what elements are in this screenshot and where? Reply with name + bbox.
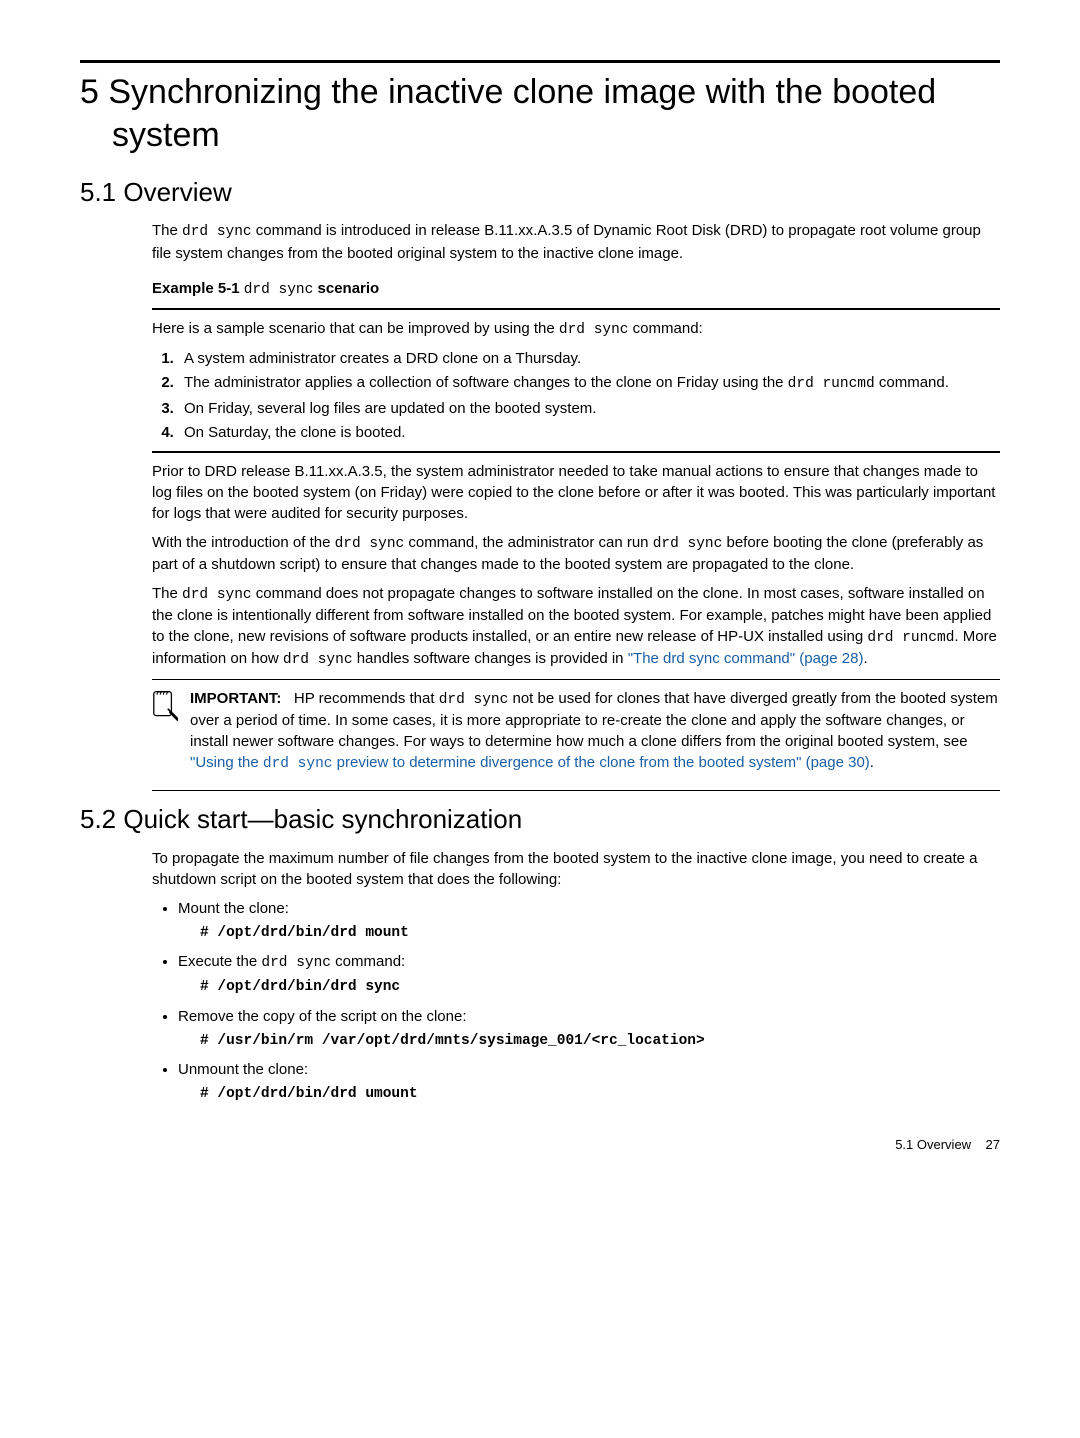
text: The — [152, 585, 182, 602]
important-text: IMPORTANT: HP recommends that drd sync n… — [190, 688, 1000, 783]
page-number: 27 — [986, 1137, 1000, 1152]
text: "Using the — [190, 754, 263, 771]
intro-paragraph: The drd sync command is introduced in re… — [152, 220, 1000, 263]
divider — [152, 308, 1000, 310]
list-item: Unmount the clone: # /opt/drd/bin/drd um… — [178, 1059, 1000, 1104]
prior-release-paragraph: Prior to DRD release B.11.xx.A.3.5, the … — [152, 461, 1000, 524]
text: command: — [629, 320, 703, 337]
text: scenario — [313, 280, 379, 297]
link-drd-sync-command[interactable]: "The drd sync command" (page 28) — [628, 650, 864, 667]
text: Remove the copy of the script on the clo… — [178, 1008, 467, 1025]
command-mount: # /opt/drd/bin/drd mount — [200, 923, 1000, 943]
list-item: A system administrator creates a DRD clo… — [178, 348, 1000, 369]
code-drd-runcmd: drd runcmd — [867, 630, 954, 646]
list-item: Mount the clone: # /opt/drd/bin/drd moun… — [178, 898, 1000, 943]
text: . — [870, 754, 874, 771]
code-drd-sync: drd sync — [263, 756, 333, 772]
code-drd-sync: drd sync — [261, 955, 331, 971]
text: On Friday, several log files are updated… — [184, 400, 596, 417]
divider — [152, 790, 1000, 791]
text: command: — [331, 953, 405, 970]
chapter-title: 5 Synchronizing the inactive clone image… — [80, 60, 1000, 156]
text: command is introduced in release B.11.xx… — [152, 222, 981, 261]
text: command does not propagate changes to so… — [152, 585, 991, 645]
no-propagate-paragraph: The drd sync command does not propagate … — [152, 583, 1000, 671]
text: The administrator applies a collection o… — [184, 374, 788, 391]
text: Unmount the clone: — [178, 1061, 308, 1078]
scenario-intro: Here is a sample scenario that can be im… — [152, 318, 1000, 340]
list-item: On Friday, several log files are updated… — [178, 398, 1000, 419]
code-drd-sync: drd sync — [559, 322, 629, 338]
text: On Saturday, the clone is booted. — [184, 424, 406, 441]
footer-section: 5.1 Overview — [895, 1137, 971, 1152]
important-label: IMPORTANT: — [190, 690, 281, 707]
command-umount: # /opt/drd/bin/drd umount — [200, 1084, 1000, 1104]
section-5-1-body: The drd sync command is introduced in re… — [152, 220, 1000, 791]
list-item: On Saturday, the clone is booted. — [178, 422, 1000, 443]
scenario-steps: A system administrator creates a DRD clo… — [152, 348, 1000, 442]
text: command, the administrator can run — [404, 534, 652, 551]
list-item: Remove the copy of the script on the clo… — [178, 1006, 1000, 1051]
text: preview to determine divergence of the c… — [333, 754, 870, 771]
text: Execute the — [178, 953, 261, 970]
divider — [152, 679, 1000, 680]
code-drd-runcmd: drd runcmd — [788, 376, 875, 392]
quickstart-steps: Mount the clone: # /opt/drd/bin/drd moun… — [152, 898, 1000, 1104]
text: . — [863, 650, 867, 667]
command-remove-script: # /usr/bin/rm /var/opt/drd/mnts/sysimage… — [200, 1031, 1000, 1051]
link-preview-divergence[interactable]: "Using the drd sync preview to determine… — [190, 754, 870, 771]
code-drd-sync: drd sync — [283, 652, 353, 668]
text: command. — [875, 374, 949, 391]
list-item: The administrator applies a collection o… — [178, 372, 1000, 394]
quickstart-intro: To propagate the maximum number of file … — [152, 848, 1000, 890]
chapter-title-line1: 5 Synchronizing the inactive clone image… — [80, 73, 936, 111]
page-footer: 5.1 Overview 27 — [80, 1136, 1000, 1154]
text: With the introduction of the — [152, 534, 335, 551]
important-icon — [152, 690, 180, 728]
divider — [152, 451, 1000, 453]
chapter-title-line2: system — [80, 114, 1000, 157]
text: HP recommends that — [294, 690, 439, 707]
example-title: Example 5-1 drd sync scenario — [152, 278, 1000, 300]
code-drd-sync: drd sync — [335, 536, 405, 552]
important-note: IMPORTANT: HP recommends that drd sync n… — [152, 688, 1000, 783]
code-drd-sync: drd sync — [182, 224, 252, 240]
with-intro-paragraph: With the introduction of the drd sync co… — [152, 532, 1000, 575]
list-item: Execute the drd sync command: # /opt/drd… — [178, 951, 1000, 998]
section-5-2-heading: 5.2 Quick start—basic synchronization — [80, 801, 1000, 837]
code-drd-sync: drd sync — [439, 692, 509, 708]
section-5-1-heading: 5.1 Overview — [80, 174, 1000, 210]
text: Mount the clone: — [178, 900, 289, 917]
code-drd-sync: drd sync — [182, 587, 252, 603]
command-sync: # /opt/drd/bin/drd sync — [200, 977, 1000, 997]
text: The — [152, 222, 182, 239]
code-drd-sync: drd sync — [244, 282, 314, 298]
code-drd-sync: drd sync — [653, 536, 723, 552]
section-5-2-body: To propagate the maximum number of file … — [152, 848, 1000, 1104]
text: handles software changes is provided in — [353, 650, 628, 667]
text: A system administrator creates a DRD clo… — [184, 350, 581, 367]
text: Here is a sample scenario that can be im… — [152, 320, 559, 337]
text: Example 5-1 — [152, 280, 244, 297]
